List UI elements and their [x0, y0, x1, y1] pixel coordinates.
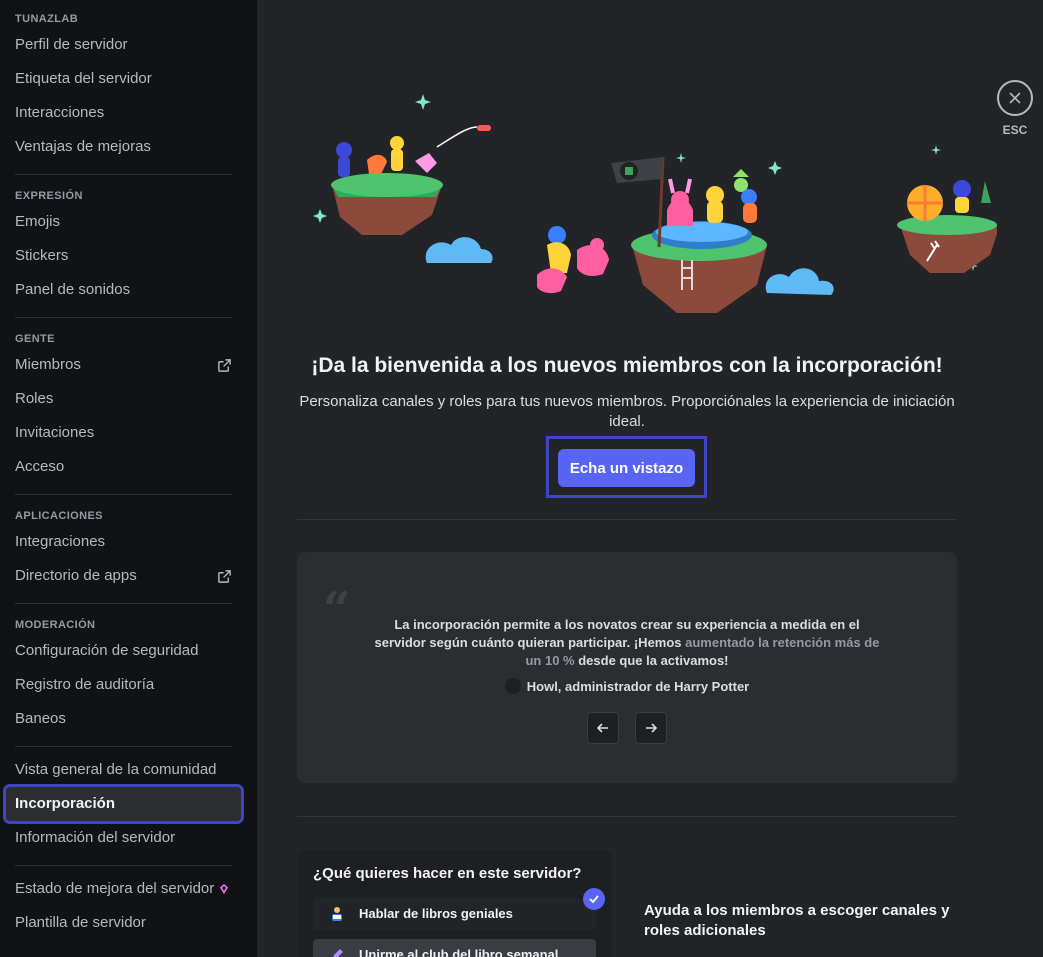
- settings-sidebar: TUNAZLAB Perfil de servidor Etiqueta del…: [0, 0, 257, 957]
- testimonial-text: La incorporación permite a los novatos c…: [367, 616, 887, 670]
- close-button[interactable]: ESC: [997, 80, 1033, 137]
- sidebar-item-server-profile[interactable]: Perfil de servidor: [6, 28, 241, 62]
- page-subtitle: Personaliza canales y roles para tus nue…: [299, 393, 955, 430]
- section-header-expression: EXPRESIÓN: [15, 190, 83, 202]
- author-name: Howl, administrador de Harry Potter: [526, 679, 750, 694]
- external-link-icon: [218, 570, 231, 583]
- question-option-label: Hablar de libros geniales: [359, 906, 513, 921]
- sidebar-item-onboarding[interactable]: Incorporación: [3, 784, 244, 824]
- previous-button[interactable]: [587, 712, 619, 744]
- sidebar-item-roles[interactable]: Roles: [6, 382, 241, 416]
- section-header-moderation: MODERACIÓN: [15, 619, 96, 631]
- section-header-server: TUNAZLAB: [15, 13, 79, 25]
- sidebar-item-audit-log[interactable]: Registro de auditoría: [6, 668, 241, 702]
- reading-person-icon: [332, 907, 342, 921]
- quote-icon: “: [323, 582, 351, 638]
- sidebar-item-integrations[interactable]: Integraciones: [6, 525, 241, 559]
- arrow-right-icon: [646, 723, 658, 733]
- help-text: Ayuda a los miembros a escoger canales y…: [644, 902, 950, 939]
- onboarding-content: ESC ¡Da la bienvenida a los nuevos miemb…: [257, 0, 1043, 957]
- take-a-look-button[interactable]: Echa un vistazo: [558, 449, 695, 487]
- external-link-icon: [218, 359, 231, 372]
- sidebar-item-server-insights[interactable]: Información del servidor: [6, 821, 241, 855]
- arrow-left-icon: [596, 723, 608, 733]
- sidebar-item-access[interactable]: Acceso: [6, 450, 241, 484]
- sidebar-item-soundboard[interactable]: Panel de sonidos: [6, 273, 241, 307]
- esc-label: ESC: [1002, 123, 1028, 137]
- question-option[interactable]: Unirme al club del libro semanal: [313, 939, 596, 957]
- sidebar-item-invites[interactable]: Invitaciones: [6, 416, 241, 450]
- sidebar-item-bans[interactable]: Baneos: [6, 702, 241, 736]
- page-title: ¡Da la bienvenida a los nuevos miembros …: [311, 354, 943, 377]
- avatar: [504, 678, 521, 694]
- cta-focus-ring: Echa un vistazo: [546, 436, 707, 498]
- question-preview-card: ¿Qué quieres hacer en este servidor? Hab…: [297, 849, 612, 957]
- sidebar-item-boost-perks[interactable]: Ventajas de mejoras: [6, 130, 241, 164]
- sidebar-item-app-directory[interactable]: Directorio de apps: [6, 559, 241, 593]
- question-title: ¿Qué quieres hacer en este servidor?: [313, 865, 582, 882]
- sidebar-item-community-overview[interactable]: Vista general de la comunidad: [6, 753, 241, 787]
- sidebar-item-label: Estado de mejora del servidor: [15, 880, 215, 897]
- next-button[interactable]: [635, 712, 667, 744]
- sidebar-item-stickers[interactable]: Stickers: [6, 239, 241, 273]
- sidebar-item-members[interactable]: Miembros: [6, 348, 241, 382]
- sidebar-item-interactions[interactable]: Interacciones: [6, 96, 241, 130]
- section-divider: [297, 519, 957, 520]
- sidebar-item-safety-setup[interactable]: Configuración de seguridad: [6, 634, 241, 668]
- boost-gem-icon: [220, 884, 229, 894]
- sidebar-item-server-tag[interactable]: Etiqueta del servidor: [6, 62, 241, 96]
- sidebar-item-label: Miembros: [15, 356, 81, 373]
- section-divider: [297, 816, 957, 817]
- sidebar-item-boost-status[interactable]: Estado de mejora del servidor: [6, 872, 241, 906]
- testimonial-text-part: desde que la activamos!: [574, 653, 729, 668]
- testimonial-author: Howl, administrador de Harry Potter: [297, 678, 957, 694]
- close-icon[interactable]: [997, 80, 1033, 116]
- section-header-apps: APLICACIONES: [15, 510, 103, 522]
- question-option-label: Unirme al club del libro semanal: [359, 947, 559, 957]
- hero-illustration: [313, 94, 997, 313]
- sidebar-item-emojis[interactable]: Emojis: [6, 205, 241, 239]
- pen-icon: [333, 949, 343, 957]
- question-option[interactable]: Hablar de libros geniales: [313, 898, 596, 930]
- sidebar-item-label: Directorio de apps: [15, 567, 137, 584]
- sidebar-item-server-template[interactable]: Plantilla de servidor: [6, 906, 241, 940]
- testimonial-card: “ La incorporación permite a los novatos…: [297, 552, 957, 783]
- section-header-people: GENTE: [15, 333, 55, 345]
- checkmark-icon: [583, 888, 605, 910]
